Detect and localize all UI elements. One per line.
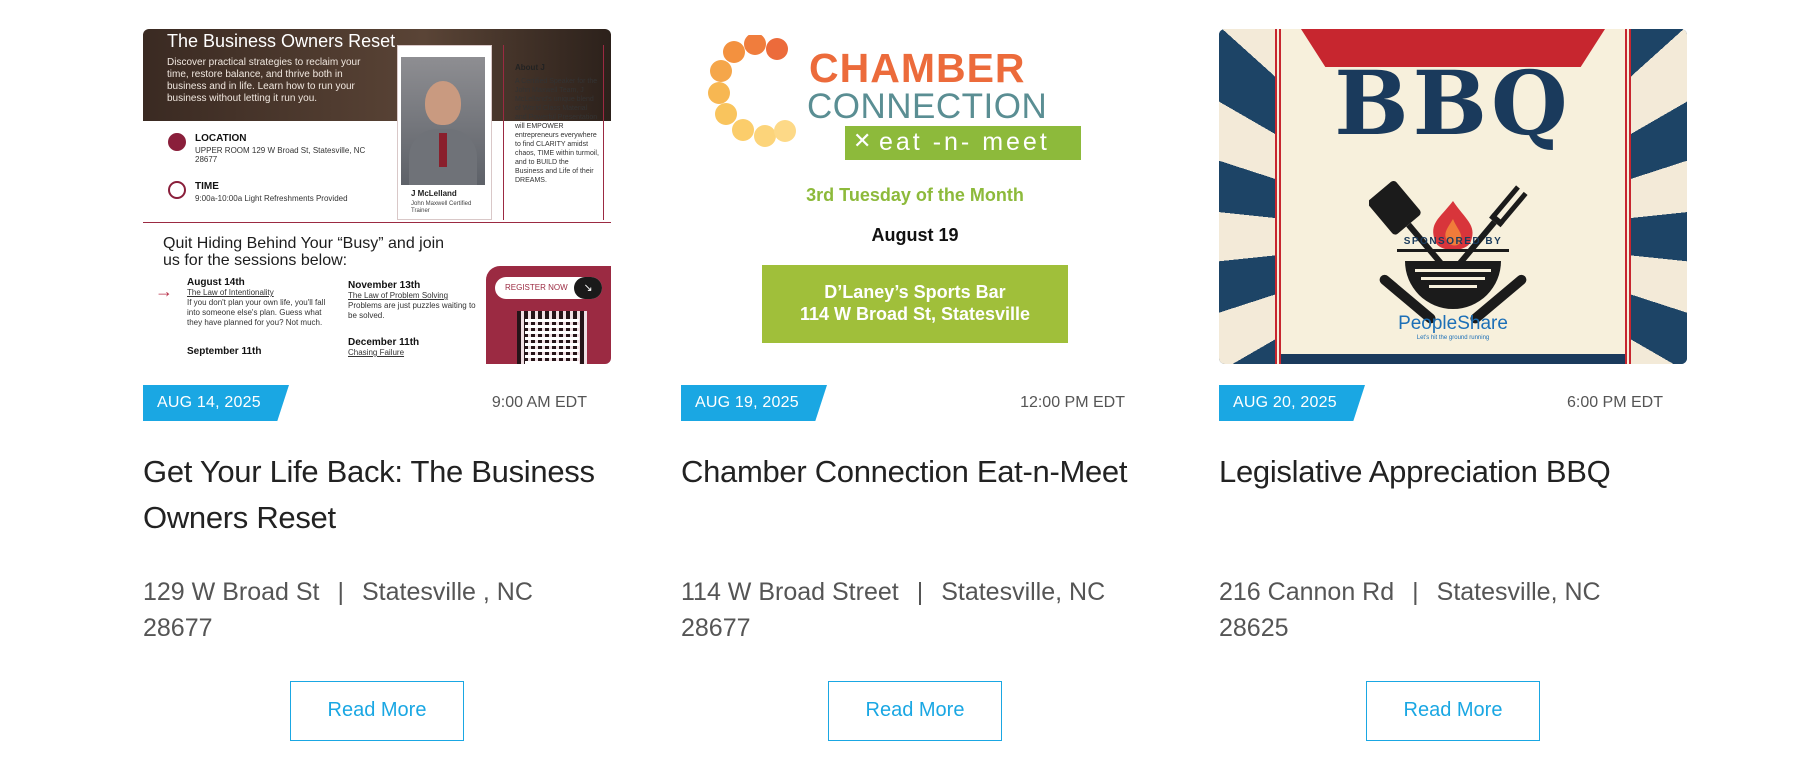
poster-recurrence: 3rd Tuesday of the Month bbox=[806, 185, 1024, 205]
session-title: Chasing Failure bbox=[348, 348, 405, 357]
time-label: TIME bbox=[195, 181, 219, 192]
speaker-name: J McLelland bbox=[411, 189, 457, 198]
event-card: The Business Owners Reset Discover pract… bbox=[143, 29, 611, 769]
poster-callout: Quit Hiding Behind Your “Busy” and join … bbox=[163, 235, 445, 269]
read-more-button[interactable]: Read More bbox=[828, 681, 1002, 741]
session-date: November 13th bbox=[348, 280, 421, 291]
event-time: 12:00 PM EDT bbox=[1020, 394, 1125, 411]
address-street: 129 W Broad St bbox=[143, 578, 320, 606]
session-title: The Law of Problem Solving bbox=[348, 291, 449, 300]
session-item: September 11th bbox=[187, 347, 337, 357]
session-date: August 14th bbox=[187, 277, 245, 288]
address-separator: | bbox=[916, 578, 924, 606]
session-text: Problems are just puzzles waiting to be … bbox=[348, 301, 476, 320]
session-title: The Law of Intentionality bbox=[187, 288, 274, 297]
arrow-icon: ↘ bbox=[574, 277, 602, 299]
clock-icon bbox=[168, 181, 186, 199]
poster-heading: BBQ bbox=[1334, 51, 1572, 155]
time-value: 9:00a-10:00a Light Refreshments Provided bbox=[195, 194, 348, 203]
date-badge-label: AUG 20, 2025 bbox=[1233, 394, 1337, 411]
speaker-photo-tie bbox=[439, 133, 447, 167]
venue-name: D’Laney’s Sports Bar bbox=[824, 282, 1006, 302]
event-image[interactable]: BBQ SPONSORED BY PeopleShare Let's hit t… bbox=[1219, 29, 1687, 364]
session-date: December 11th bbox=[348, 337, 420, 348]
poster-divider bbox=[603, 45, 604, 220]
event-meta: AUG 20, 2025 6:00 PM EDT bbox=[1219, 385, 1663, 421]
address-city: Statesville , NC bbox=[361, 578, 533, 606]
speaker-role: John Maxwell Certified Trainer bbox=[411, 201, 472, 214]
poster-heading: The Business Owners Reset bbox=[167, 31, 396, 51]
event-card: CHAMBER CONNECTION eat -n- meet ✕ 3rd Tu… bbox=[681, 29, 1149, 769]
event-image[interactable]: The Business Owners Reset Discover pract… bbox=[143, 29, 611, 364]
date-badge-label: AUG 19, 2025 bbox=[695, 394, 799, 411]
fork-knife-icon: ✕ bbox=[853, 128, 872, 153]
session-item: December 11th Chasing Failure bbox=[348, 338, 478, 358]
event-time: 9:00 AM EDT bbox=[491, 394, 587, 411]
date-badge: AUG 14, 2025 bbox=[143, 385, 289, 421]
address-zip: 28677 bbox=[143, 614, 213, 642]
events-grid: The Business Owners Reset Discover pract… bbox=[143, 29, 1687, 769]
event-title[interactable]: Get Your Life Back: The Business Owners … bbox=[143, 449, 603, 541]
poster-divider bbox=[143, 222, 611, 223]
date-badge-label: AUG 14, 2025 bbox=[157, 394, 261, 411]
poster-date: August 19 bbox=[871, 225, 959, 245]
read-more-button[interactable]: Read More bbox=[290, 681, 464, 741]
event-meta: AUG 14, 2025 9:00 AM EDT bbox=[143, 385, 587, 421]
address-street: 114 W Broad Street bbox=[681, 578, 899, 606]
address-separator: | bbox=[337, 578, 344, 606]
event-card: BBQ SPONSORED BY PeopleShare Let's hit t… bbox=[1219, 29, 1687, 769]
speaker-photo-head bbox=[425, 81, 461, 125]
arrow-right-icon: → bbox=[155, 281, 173, 301]
poster-venue: D’Laney’s Sports Bar 114 W Broad St, Sta… bbox=[762, 265, 1068, 343]
poster-divider bbox=[503, 45, 504, 220]
location-value: UPPER ROOM 129 W Broad St, Statesville, … bbox=[195, 146, 366, 164]
address-zip: 28677 bbox=[681, 614, 751, 642]
sponsor-logo: PeopleShare bbox=[1398, 313, 1508, 334]
location-label: LOCATION bbox=[195, 133, 247, 144]
logo-word-chamber: CHAMBER bbox=[809, 45, 1026, 91]
poster-bottom-stripe bbox=[1281, 354, 1625, 364]
event-address: 114 W Broad Street | Statesville, NC 28677 bbox=[681, 574, 1149, 646]
sponsored-by-label: SPONSORED BY bbox=[1403, 236, 1503, 247]
about-heading: About J bbox=[515, 63, 545, 72]
read-more-button[interactable]: Read More bbox=[1366, 681, 1540, 741]
event-address: 129 W Broad St | Statesville , NC 28677 bbox=[143, 574, 611, 646]
logo-tagline: eat -n- meet bbox=[845, 126, 1081, 160]
venue-address: 114 W Broad St, Statesville bbox=[799, 304, 1031, 324]
event-image[interactable]: CHAMBER CONNECTION eat -n- meet ✕ 3rd Tu… bbox=[681, 29, 1149, 364]
event-time: 6:00 PM EDT bbox=[1566, 394, 1663, 411]
address-street: 216 Cannon Rd bbox=[1219, 578, 1395, 606]
qr-code-pattern bbox=[525, 319, 579, 364]
poster-description: Discover practical strategies to reclaim… bbox=[167, 57, 361, 104]
session-item: November 13th The Law of Problem Solving… bbox=[348, 281, 478, 321]
logo-word-connection: CONNECTION bbox=[807, 87, 1048, 126]
about-text: A Certified Speaker for the John Maxwell… bbox=[515, 78, 599, 184]
event-title[interactable]: Chamber Connection Eat-n-Meet bbox=[681, 449, 1141, 495]
session-item: August 14th The Law of Intentionality If… bbox=[187, 278, 337, 328]
address-separator: | bbox=[1412, 578, 1419, 606]
date-badge: AUG 19, 2025 bbox=[681, 385, 827, 421]
address-city: Statesville, NC bbox=[1436, 578, 1601, 606]
session-text: If you don't plan your own life, you'll … bbox=[187, 298, 326, 327]
chamber-logo-icon bbox=[708, 35, 796, 147]
event-address: 216 Cannon Rd | Statesville, NC 28625 bbox=[1219, 574, 1687, 646]
session-date: September 11th bbox=[187, 346, 262, 357]
address-city: Statesville, NC bbox=[941, 578, 1106, 606]
event-meta: AUG 19, 2025 12:00 PM EDT bbox=[681, 385, 1125, 421]
address-zip: 28625 bbox=[1219, 614, 1289, 642]
sponsor-tagline: Let's hit the ground running bbox=[1416, 335, 1490, 341]
location-pin-icon bbox=[168, 133, 186, 151]
date-badge: AUG 20, 2025 bbox=[1219, 385, 1365, 421]
event-title[interactable]: Legislative Appreciation BBQ bbox=[1219, 449, 1679, 495]
